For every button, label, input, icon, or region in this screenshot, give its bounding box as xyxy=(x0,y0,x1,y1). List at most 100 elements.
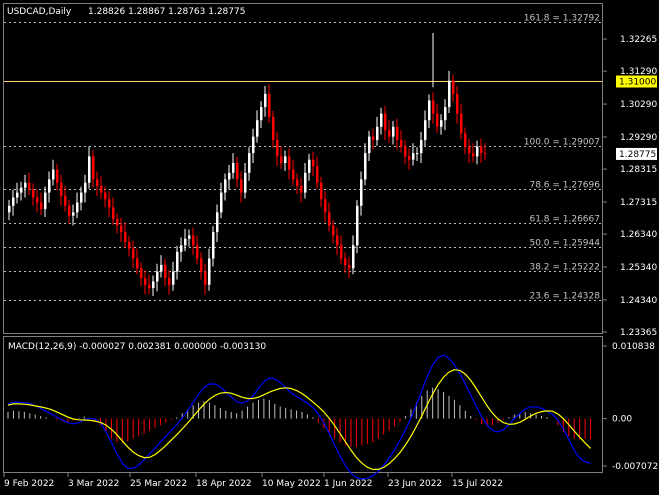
candle-bear xyxy=(328,212,331,226)
time-axis-label: 10 May 2022 xyxy=(262,479,321,489)
price-axis-label: 1.30290 xyxy=(620,100,657,110)
candle-bear xyxy=(204,271,207,285)
fib-level-label: 161.8 = 1.32792 xyxy=(524,14,600,24)
candle-bull xyxy=(156,271,159,282)
candle-bull xyxy=(264,93,267,108)
candle-bull xyxy=(212,232,215,259)
candle-bear xyxy=(192,235,195,246)
macd-axis-label: 0.010838 xyxy=(612,342,655,352)
chart-symbol-label: USDCAD,Daily xyxy=(7,7,72,17)
candle-bull xyxy=(20,187,23,193)
candle-bear xyxy=(56,169,59,183)
candle-bear xyxy=(92,156,95,180)
macd-label: MACD(12,26,9) -0.000027 0.002381 0.00000… xyxy=(8,342,266,352)
time-axis-label: 9 Feb 2022 xyxy=(4,479,54,489)
candle-bull xyxy=(152,281,155,289)
candle-bear xyxy=(460,113,463,134)
candle-bear xyxy=(236,162,239,180)
candle-bull xyxy=(8,205,11,213)
price-axis-label: 1.25340 xyxy=(620,263,657,273)
time-axis-label: 3 Mar 2022 xyxy=(68,479,119,489)
candle-bear xyxy=(96,179,99,187)
candle-bull xyxy=(24,182,27,188)
candle-bear xyxy=(128,241,131,249)
candle-bull xyxy=(440,120,443,127)
candle-bull xyxy=(476,146,479,157)
time-axis-label: 23 Jun 2022 xyxy=(388,479,442,489)
fib-level-label: 78.6 = 1.27696 xyxy=(529,181,600,191)
candle-bear xyxy=(348,265,351,269)
price-axis[interactable]: 1.322651.312901.302901.292901.283151.273… xyxy=(603,35,658,472)
candle-bear xyxy=(116,218,119,226)
price-axis-label: 1.28315 xyxy=(620,165,657,175)
price-axis-label: 1.29290 xyxy=(620,133,657,143)
time-axis-label: 1 Jun 2022 xyxy=(324,479,372,489)
candle-bull xyxy=(80,192,83,203)
candle-bull xyxy=(380,113,383,127)
fib-level-label: 23.6 = 1.24328 xyxy=(529,292,600,302)
candle-bear xyxy=(320,182,323,200)
candle-bear xyxy=(124,232,127,242)
candle-bull xyxy=(172,271,175,285)
fib-level-label: 50.0 = 1.25944 xyxy=(529,239,600,249)
price-axis-label: 1.32265 xyxy=(620,35,657,45)
price-axis-label: 1.24340 xyxy=(620,296,657,306)
candle-bear xyxy=(472,153,475,157)
candle-bear xyxy=(144,278,147,285)
candle-bear xyxy=(388,130,391,137)
candle-bull xyxy=(220,192,223,213)
candle-bull xyxy=(412,153,415,160)
candle-bull xyxy=(52,169,55,180)
candle-bull xyxy=(376,126,379,140)
candle-bear xyxy=(196,245,199,259)
candle-bear xyxy=(280,156,283,163)
candle-bear xyxy=(60,182,63,196)
candle-bull xyxy=(160,265,163,272)
candle-bull xyxy=(360,179,363,206)
candle-bear xyxy=(272,116,275,140)
macd-axis-label: 0.00 xyxy=(612,415,632,425)
candle-bear xyxy=(436,113,439,127)
candle-bear xyxy=(68,205,71,216)
candle-bear xyxy=(372,136,375,140)
candle-bull xyxy=(392,126,395,137)
candle-bull xyxy=(444,107,447,121)
candle-bull xyxy=(304,172,307,193)
hline-price-tag-text: 1.31000 xyxy=(619,78,656,88)
candle-bull xyxy=(424,120,427,140)
time-axis-label: 18 Apr 2022 xyxy=(196,479,252,489)
macd-panel-frame xyxy=(3,336,603,473)
chart-window[interactable]: 161.8 = 1.32792 100.0 = 1.29007 78.6 = 1.2… xyxy=(0,0,659,491)
candle-bull xyxy=(420,139,423,154)
candle-bear xyxy=(120,225,123,233)
candle-bear xyxy=(136,258,139,269)
candle-bear xyxy=(452,80,455,94)
fib-level-label: 38.2 = 1.25222 xyxy=(529,263,600,273)
candle-bull xyxy=(248,153,251,173)
macd-main-line xyxy=(7,354,591,480)
price-axis-label: 1.26340 xyxy=(620,230,657,240)
price-axis-label: 1.27315 xyxy=(620,198,657,208)
price-axis-label: 1.23365 xyxy=(620,328,657,338)
time-axis[interactable]: 9 Feb 2022 3 Mar 2022 25 Mar 2022 18 Apr 20… xyxy=(3,473,503,489)
candle-bear xyxy=(296,179,299,187)
candle-bear xyxy=(168,278,171,285)
candle-bull xyxy=(184,238,187,246)
candle-bear xyxy=(32,189,35,198)
candle-bear xyxy=(404,146,407,157)
candle-bull xyxy=(284,156,287,163)
candle-bull xyxy=(216,212,219,233)
candle-bear xyxy=(108,199,111,208)
candle-bull xyxy=(48,179,51,193)
macd-axis-label: -0.007072 xyxy=(612,462,658,472)
candle-bull xyxy=(352,245,355,269)
candle-bull xyxy=(72,212,75,216)
fib-level-label: 100.0 = 1.29007 xyxy=(524,138,600,148)
candle-bull xyxy=(228,172,231,180)
candle-bear xyxy=(312,159,315,167)
current-price-tag-text: 1.28775 xyxy=(619,150,656,160)
candle-bull xyxy=(448,80,451,108)
candle-bear xyxy=(148,284,151,289)
candle-bear xyxy=(276,139,279,157)
chart-svg[interactable]: 161.8 = 1.32792 100.0 = 1.29007 78.6 = 1.2… xyxy=(0,0,659,491)
